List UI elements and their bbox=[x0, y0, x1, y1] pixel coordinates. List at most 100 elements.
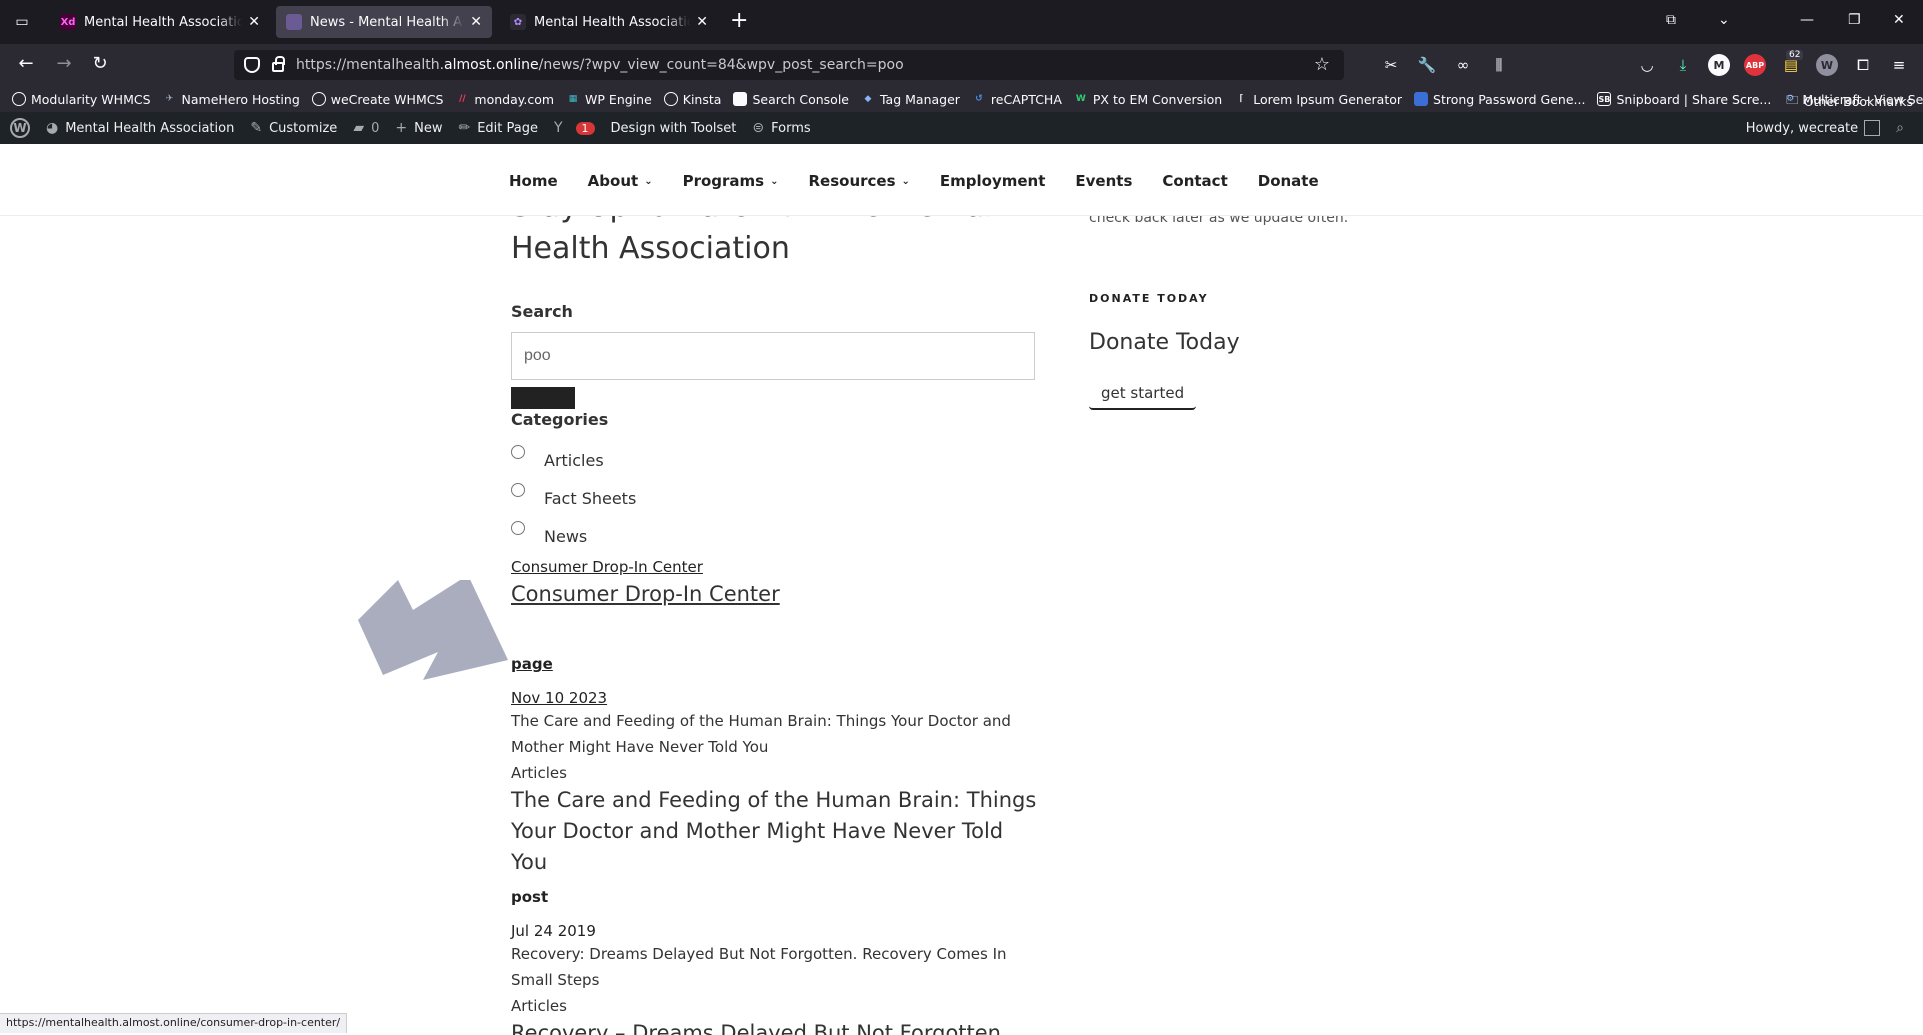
consumer-drop-in-link-small[interactable]: Consumer Drop-In Center bbox=[511, 558, 703, 576]
bookmark-item[interactable]: SB Snipboard | Share Scre... bbox=[1597, 92, 1771, 107]
wp-forms[interactable]: ⊜ Forms bbox=[752, 120, 810, 136]
bookmark-item[interactable]: ∕∕ monday.com bbox=[455, 92, 554, 107]
bookmarks-bar: Modularity WHMCS ✈ NameHero Hosting weCre… bbox=[0, 86, 1923, 112]
result-excerpt: Recovery: Dreams Delayed But Not Forgott… bbox=[511, 945, 1007, 989]
url-bar[interactable]: https://mentalhealth.almost.online/news/… bbox=[234, 50, 1344, 80]
radio-button[interactable] bbox=[511, 483, 525, 497]
tab-list-icon[interactable]: ▭ bbox=[12, 12, 32, 32]
result-title[interactable]: The Care and Feeding of the Human Brain:… bbox=[511, 785, 1041, 878]
wp-edit-page[interactable]: ✏ Edit Page bbox=[458, 120, 538, 136]
menu-item-about[interactable]: About ⌄ bbox=[588, 172, 653, 190]
categories-label: Categories bbox=[511, 410, 609, 429]
menu-item-events[interactable]: Events bbox=[1075, 172, 1132, 190]
infinity-icon[interactable]: ∞ bbox=[1452, 54, 1474, 76]
minimize-icon[interactable]: — bbox=[1800, 12, 1814, 28]
bookmark-item[interactable]: ✈ NameHero Hosting bbox=[163, 92, 300, 107]
pocket-icon[interactable]: ◡ bbox=[1636, 54, 1658, 76]
reload-icon[interactable]: ↻ bbox=[88, 54, 112, 74]
wp-seo[interactable]: Y1 bbox=[554, 120, 595, 136]
bookmark-star-icon[interactable]: ☆ bbox=[1314, 54, 1330, 75]
lock-icon[interactable] bbox=[272, 56, 285, 72]
consumer-drop-in-link[interactable]: Consumer Drop-In Center bbox=[511, 582, 780, 606]
bookmark-item[interactable]: Search Console bbox=[733, 92, 849, 107]
new-tab-icon[interactable]: + bbox=[730, 10, 748, 32]
adblock-icon[interactable]: ABP bbox=[1744, 54, 1766, 76]
bookmark-item[interactable]: Kinsta bbox=[663, 92, 721, 107]
donate-heading: Donate Today bbox=[1089, 330, 1240, 355]
bookmark-item[interactable]: Modularity WHMCS bbox=[12, 92, 151, 107]
menu-item-employment[interactable]: Employment bbox=[940, 172, 1046, 190]
wrench-icon[interactable]: 🔧 bbox=[1416, 54, 1438, 76]
extension-icon[interactable]: ⧉ bbox=[1666, 12, 1676, 28]
bookmark-item[interactable]: ↺ reCAPTCHA bbox=[972, 92, 1062, 107]
dashboard-icon: ◕ bbox=[46, 120, 59, 136]
menu-item-resources[interactable]: Resources ⌄ bbox=[808, 172, 909, 190]
tab-title: Mental Health Association – Design bbox=[84, 14, 243, 30]
category-option-fact-sheets[interactable]: Fact Sheets bbox=[511, 483, 636, 508]
wp-site-name[interactable]: ◕ Mental Health Association bbox=[46, 120, 234, 136]
wp-new[interactable]: + New bbox=[395, 120, 442, 136]
chevron-down-icon: ⌄ bbox=[770, 175, 779, 187]
menu-item-programs[interactable]: Programs ⌄ bbox=[683, 172, 779, 190]
wp-comments[interactable]: ▰ 0 bbox=[353, 120, 379, 136]
menu-icon[interactable]: ≡ bbox=[1888, 54, 1910, 76]
comment-icon: ▰ bbox=[353, 120, 365, 136]
tab-news[interactable]: News - Mental Health Association ✕ bbox=[276, 6, 492, 38]
search-input[interactable] bbox=[511, 332, 1035, 380]
bookmark-item[interactable]: W PX to EM Conversion bbox=[1074, 92, 1222, 107]
result-type-heading[interactable]: page bbox=[511, 655, 553, 673]
tab-nebraska[interactable]: ✿ Mental Health Association of Nebraska … bbox=[500, 6, 718, 38]
radio-button[interactable] bbox=[511, 521, 525, 535]
yoast-icon: Y bbox=[553, 120, 563, 136]
arrow-annotation-icon bbox=[358, 580, 508, 680]
wp-search-icon[interactable]: ⌕ bbox=[1896, 120, 1911, 136]
wp-howdy[interactable]: Howdy, wecreate bbox=[1746, 120, 1881, 136]
menu-item-contact[interactable]: Contact bbox=[1162, 172, 1227, 190]
forms-icon: ⊜ bbox=[752, 120, 765, 136]
globe-icon bbox=[12, 92, 26, 106]
shield-icon[interactable] bbox=[244, 57, 260, 73]
close-icon[interactable]: ✕ bbox=[696, 14, 708, 30]
tab-design[interactable]: Xd Mental Health Association – Design ✕ bbox=[50, 6, 270, 38]
close-icon[interactable]: ✕ bbox=[470, 14, 482, 30]
wp-toolset[interactable]: Design with Toolset bbox=[611, 121, 737, 136]
wp-customize[interactable]: ✎ Customize bbox=[250, 120, 337, 136]
result-date[interactable]: Nov 10 2023 bbox=[511, 689, 607, 707]
menu-item-home[interactable]: Home bbox=[509, 172, 558, 190]
bookmark-item[interactable]: ⌈ Lorem Ipsum Generator bbox=[1234, 92, 1402, 107]
wpengine-icon: ▦ bbox=[568, 94, 578, 104]
chevron-down-icon[interactable]: ⌄ bbox=[1718, 12, 1730, 28]
library-icon[interactable]: ⫼ bbox=[1488, 54, 1510, 76]
m-extension-icon[interactable]: M bbox=[1708, 54, 1730, 76]
extension-badge: 62 bbox=[1786, 50, 1804, 60]
wordpress-icon[interactable]: W bbox=[10, 118, 30, 138]
plus-icon: + bbox=[395, 120, 408, 136]
password-icon bbox=[1414, 92, 1429, 106]
result-excerpt: The Care and Feeding of the Human Brain:… bbox=[511, 712, 1011, 756]
bookmark-item[interactable]: Strong Password Gene... bbox=[1414, 92, 1585, 107]
other-bookmarks[interactable]: 🗀 Other Bookmarks bbox=[1786, 91, 1913, 112]
radio-button[interactable] bbox=[511, 445, 525, 459]
screenshot-icon[interactable]: ✂ bbox=[1380, 54, 1402, 76]
close-window-icon[interactable]: ✕ bbox=[1893, 12, 1905, 28]
restore-icon[interactable]: ❐ bbox=[1848, 12, 1861, 28]
menu-item-donate[interactable]: Donate bbox=[1258, 172, 1319, 190]
w-extension-icon[interactable]: W bbox=[1816, 54, 1838, 76]
download-icon[interactable]: ⤓ bbox=[1672, 54, 1694, 76]
puzzle-icon[interactable]: ⧠ bbox=[1852, 54, 1874, 76]
close-icon[interactable]: ✕ bbox=[248, 14, 260, 30]
category-option-articles[interactable]: Articles bbox=[511, 445, 604, 470]
get-started-button[interactable]: get started bbox=[1089, 384, 1197, 410]
tab-title: Mental Health Association of Nebraska bbox=[534, 14, 690, 30]
globe-icon bbox=[311, 92, 326, 106]
search-submit-button[interactable] bbox=[511, 387, 575, 409]
bookmark-item[interactable]: ◆ Tag Manager bbox=[861, 92, 960, 107]
back-icon[interactable]: ← bbox=[14, 54, 38, 74]
page-content: Stay Up to Date with the Mental Health A… bbox=[0, 216, 1923, 1035]
bookmark-item[interactable]: weCreate WHMCS bbox=[311, 92, 443, 107]
tag-manager-icon: ◆ bbox=[864, 94, 872, 104]
result-title[interactable]: Recovery – Dreams Delayed But Not Forgot… bbox=[511, 1018, 1041, 1035]
forward-icon[interactable]: → bbox=[52, 54, 76, 74]
category-option-news[interactable]: News bbox=[511, 521, 587, 546]
bookmark-item[interactable]: ▦ WP Engine bbox=[566, 92, 652, 107]
